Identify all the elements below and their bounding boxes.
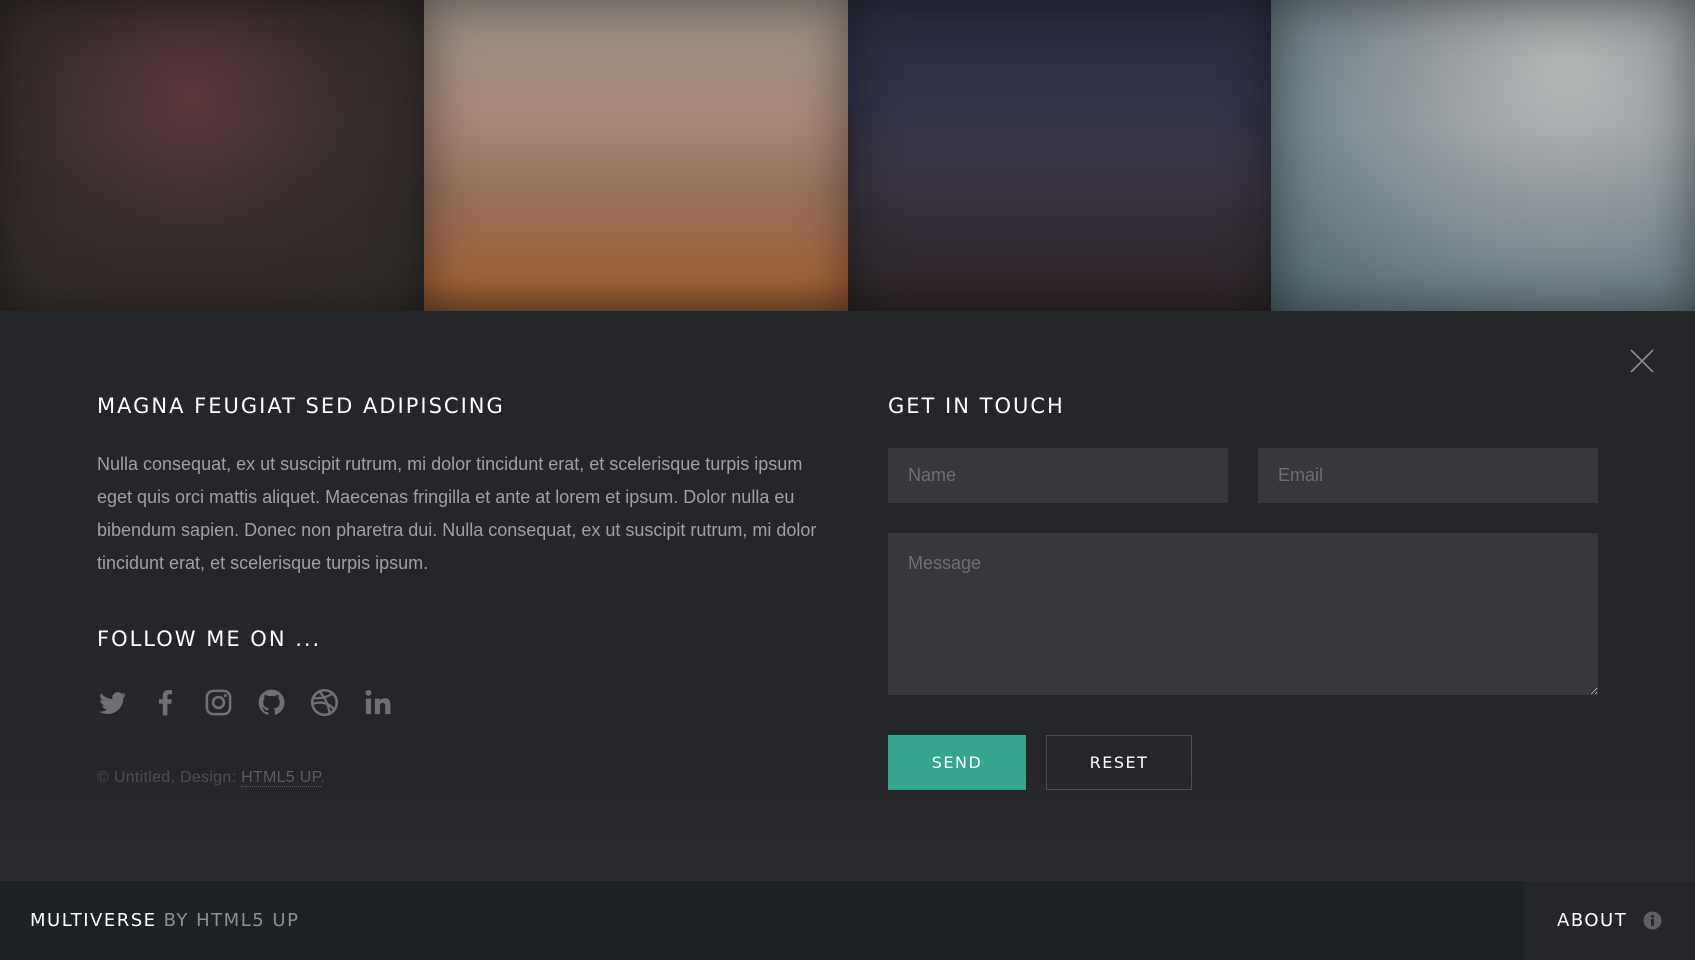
social-links (97, 687, 817, 718)
send-button[interactable]: SEND (888, 735, 1026, 790)
gallery-thumbnail[interactable] (847, 0, 1272, 312)
about-text: Nulla consequat, ex ut suscipit rutrum, … (97, 454, 817, 573)
instagram-icon[interactable] (203, 687, 234, 718)
footer-bar: MULTIVERSE BY HTML5 UP ABOUT (0, 881, 1695, 960)
follow-heading: FOLLOW ME ON ... (97, 627, 322, 651)
contact-form-row (888, 448, 1598, 503)
about-label: ABOUT (1557, 910, 1628, 931)
about-column: MAGNA FEUGIAT SED ADIPISCING Nulla conse… (97, 396, 817, 787)
copyright-prefix: © Untitled. Design: (97, 769, 242, 786)
form-actions: SEND RESET (888, 735, 1598, 790)
twitter-icon[interactable] (97, 687, 128, 718)
dribbble-icon[interactable] (309, 687, 340, 718)
reset-button[interactable]: RESET (1046, 735, 1192, 790)
message-field[interactable] (888, 533, 1598, 695)
close-icon[interactable] (1629, 348, 1655, 374)
about-panel: MAGNA FEUGIAT SED ADIPISCING Nulla conse… (0, 311, 1695, 881)
brand-by: BY HTML5 UP (163, 910, 300, 931)
copyright: © Untitled. Design: HTML5 UP. (97, 769, 817, 787)
github-icon[interactable] (256, 687, 287, 718)
contact-column: GET IN TOUCH SEND RESET (888, 396, 1598, 790)
gallery-thumbnail[interactable] (1271, 0, 1695, 312)
gallery-thumbnail[interactable] (423, 0, 848, 312)
brand[interactable]: MULTIVERSE BY HTML5 UP (30, 881, 299, 960)
facebook-icon[interactable] (150, 687, 181, 718)
gallery (0, 0, 1695, 312)
info-icon (1643, 911, 1662, 930)
brand-name: MULTIVERSE (30, 910, 157, 931)
copyright-suffix: . (320, 769, 326, 786)
name-field[interactable] (888, 448, 1228, 503)
html5up-link[interactable]: HTML5 UP (241, 769, 321, 787)
about-toggle[interactable]: ABOUT (1524, 881, 1695, 960)
gallery-thumbnail[interactable] (0, 0, 424, 312)
email-field[interactable] (1258, 448, 1598, 503)
contact-heading: GET IN TOUCH (888, 394, 1065, 418)
about-heading: MAGNA FEUGIAT SED ADIPISCING (97, 394, 505, 418)
linkedin-icon[interactable] (362, 687, 393, 718)
